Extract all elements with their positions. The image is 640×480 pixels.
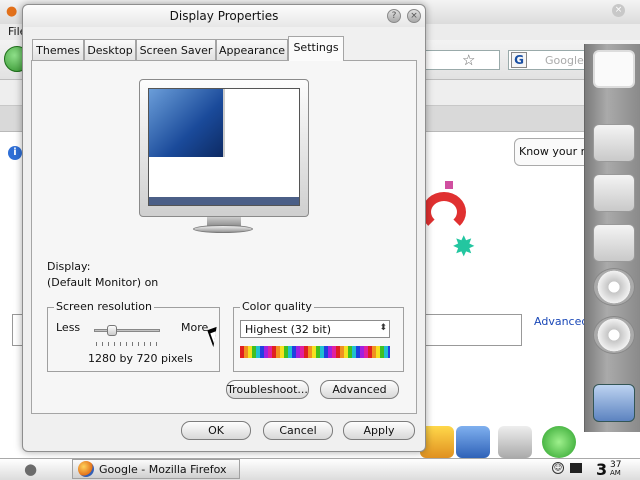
monitor-screen (148, 88, 300, 206)
tab-appearance[interactable]: Appearance (216, 39, 288, 60)
screen-resolution-title: Screen resolution (54, 300, 154, 313)
firefox-close-icon[interactable]: × (612, 4, 625, 17)
dock-pause-icon[interactable] (542, 426, 576, 458)
more-label: More (181, 321, 209, 334)
clock-hour: 3 (596, 460, 608, 479)
clock-ampm: AM (610, 469, 621, 477)
color-spectrum-bar (240, 346, 390, 358)
tab-themes[interactable]: Themes (32, 39, 84, 60)
desktop: ● × File ☆ G Google i Know your right ✸ … (0, 0, 640, 480)
google-search-engine-icon[interactable]: G (511, 52, 527, 68)
color-quality-title: Color quality (240, 300, 314, 313)
search-placeholder: Google (545, 54, 584, 67)
apple-menu-icon[interactable]: ● (24, 460, 37, 478)
chevron-updown-icon: ⬍ (379, 323, 387, 333)
firefox-icon: ● (6, 4, 18, 19)
display-properties-dialog: Display Properties ? × Themes Desktop Sc… (22, 4, 426, 452)
dock-cd-icon[interactable] (593, 268, 635, 306)
dock-usb-drive-icon[interactable] (593, 174, 635, 212)
advanced-button[interactable]: Advanced (320, 380, 399, 399)
cancel-button[interactable]: Cancel (263, 421, 333, 440)
task-firefox-button[interactable]: Google - Mozilla Firefox (72, 459, 240, 479)
url-bar[interactable] (420, 50, 500, 70)
dock (584, 44, 640, 432)
color-quality-group: Color quality Highest (32 bit) ⬍ (233, 300, 404, 372)
screen-resolution-group: Screen resolution Less More 1280 by 720 … (47, 300, 220, 372)
display-value: (Default Monitor) on (47, 276, 159, 289)
close-icon[interactable]: × (407, 9, 421, 23)
troubleshoot-button[interactable]: Troubleshoot... (226, 380, 309, 399)
doodle-dot (444, 180, 454, 190)
firefox-task-icon (78, 461, 94, 477)
resolution-value: 1280 by 720 pixels (88, 352, 193, 365)
dock-cd-icon-2[interactable] (593, 316, 635, 354)
google-doodle[interactable]: ✸ (418, 180, 488, 263)
tray-smiley-icon[interactable]: ☺ (552, 462, 564, 474)
tab-settings[interactable]: Settings (288, 36, 344, 61)
display-label: Display: (47, 260, 91, 273)
tray-battery-icon[interactable] (570, 463, 582, 473)
doodle-star-icon: ✸ (452, 230, 476, 263)
help-icon[interactable]: ? (387, 9, 401, 23)
apply-button[interactable]: Apply (343, 421, 415, 440)
tab-desktop[interactable]: Desktop (84, 39, 136, 60)
less-label: Less (56, 321, 81, 334)
preview-window (149, 89, 225, 157)
color-quality-value: Highest (32 bit) (245, 323, 332, 336)
doodle-letter (422, 192, 466, 232)
monitor-preview (139, 79, 309, 217)
monitor-base (193, 225, 253, 233)
dialog-title: Display Properties (23, 5, 425, 27)
dock-tool-icon[interactable] (593, 384, 635, 422)
preview-taskbar (149, 197, 299, 205)
dock-drive-icon[interactable] (593, 124, 635, 162)
ok-button[interactable]: OK (181, 421, 251, 440)
resolution-slider[interactable] (94, 325, 160, 336)
resolution-slider-thumb[interactable] (106, 325, 117, 336)
color-quality-select[interactable]: Highest (32 bit) ⬍ (240, 320, 390, 338)
bookmark-star-icon[interactable]: ☆ (462, 51, 475, 69)
bottom-dock-icons (420, 426, 584, 458)
slider-ticks (96, 342, 160, 346)
dock-download-drive-icon[interactable] (593, 224, 635, 262)
tab-screen-saver[interactable]: Screen Saver (136, 39, 216, 60)
info-icon: i (8, 146, 22, 160)
dock-compass-icon[interactable] (456, 426, 490, 458)
dock-display-icon[interactable] (593, 50, 635, 88)
dock-notes-icon[interactable] (498, 426, 532, 458)
